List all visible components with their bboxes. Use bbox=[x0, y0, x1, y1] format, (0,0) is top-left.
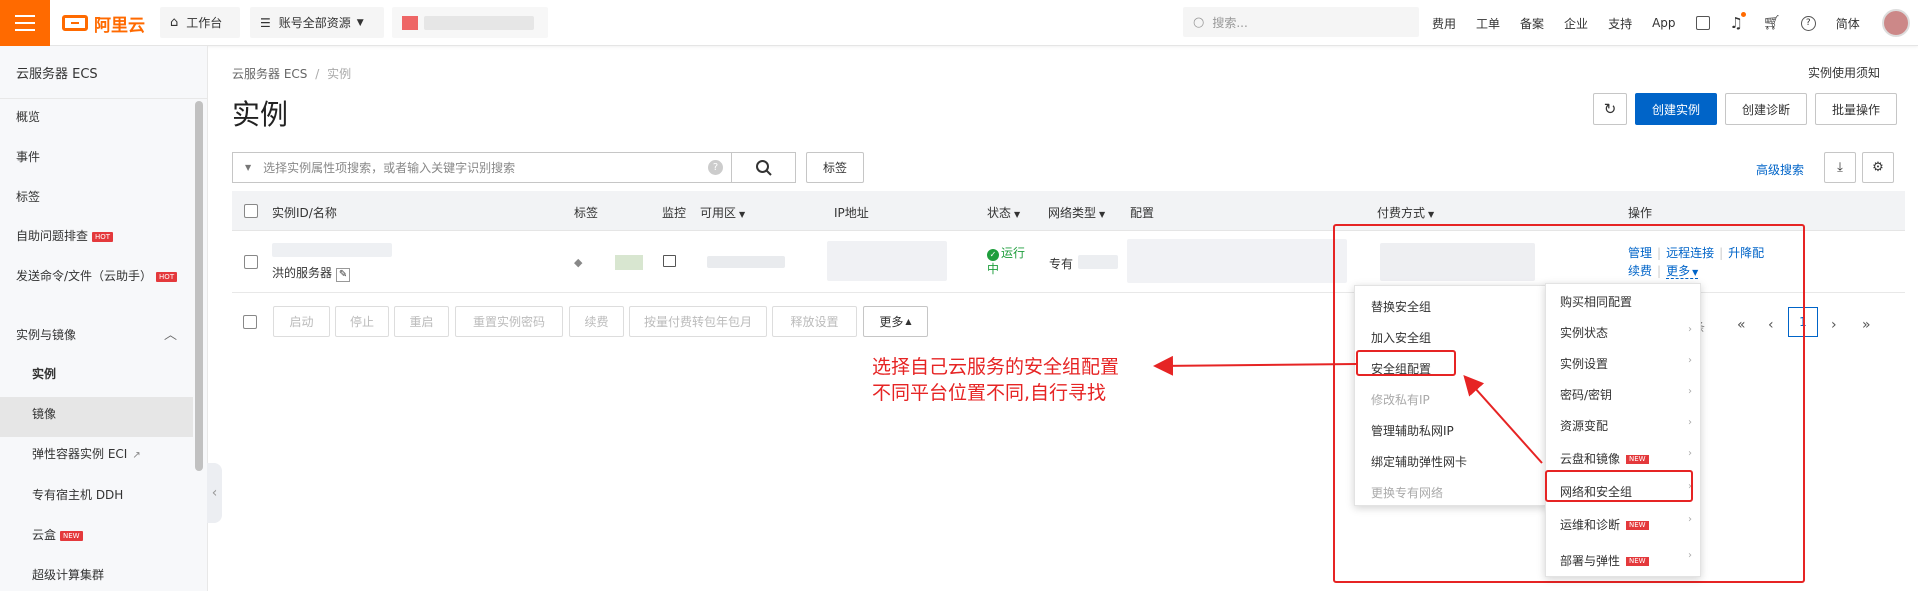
arrow-to-sg-config bbox=[1463, 375, 1543, 464]
arrow-to-text bbox=[1153, 355, 1357, 376]
annotation-line-2: 不同平台位置不同,自行寻找 bbox=[872, 382, 1107, 404]
annotation-line-1: 选择自己云服务的安全组配置 bbox=[872, 356, 1120, 378]
annotation-arrows bbox=[1153, 355, 1543, 464]
annotation-text: 选择自己云服务的安全组配置 不同平台位置不同,自行寻找 bbox=[872, 354, 1119, 406]
